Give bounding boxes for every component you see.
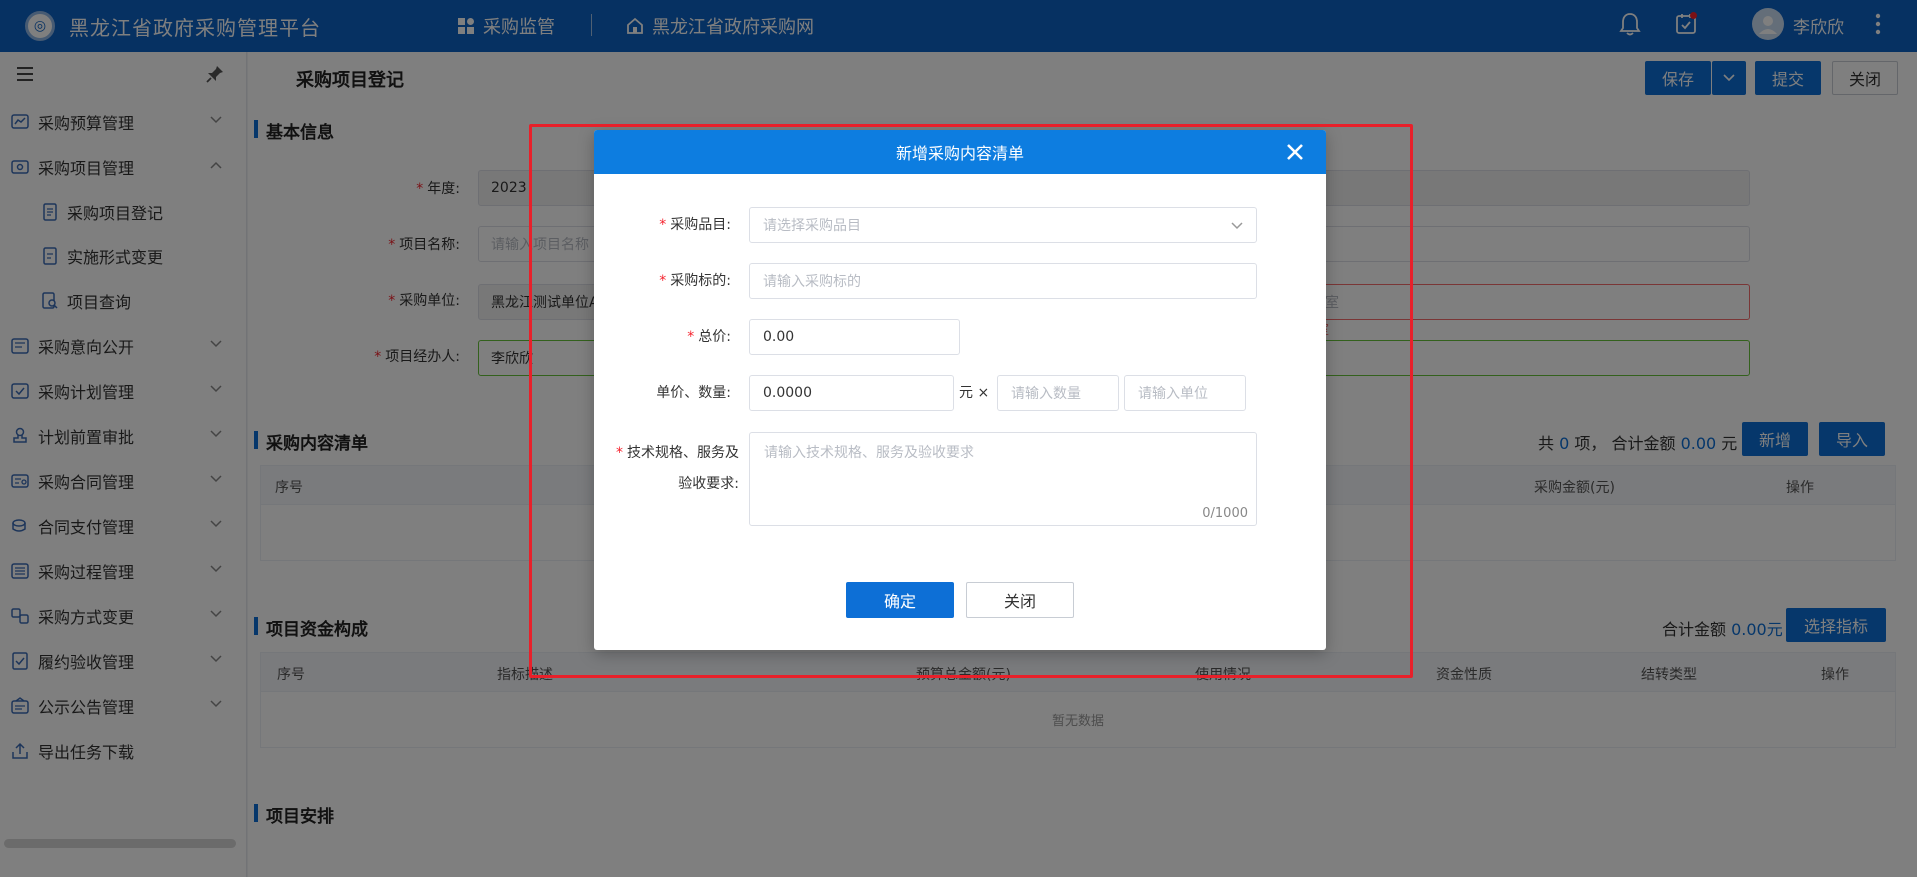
highlight-frame [529, 124, 1413, 678]
